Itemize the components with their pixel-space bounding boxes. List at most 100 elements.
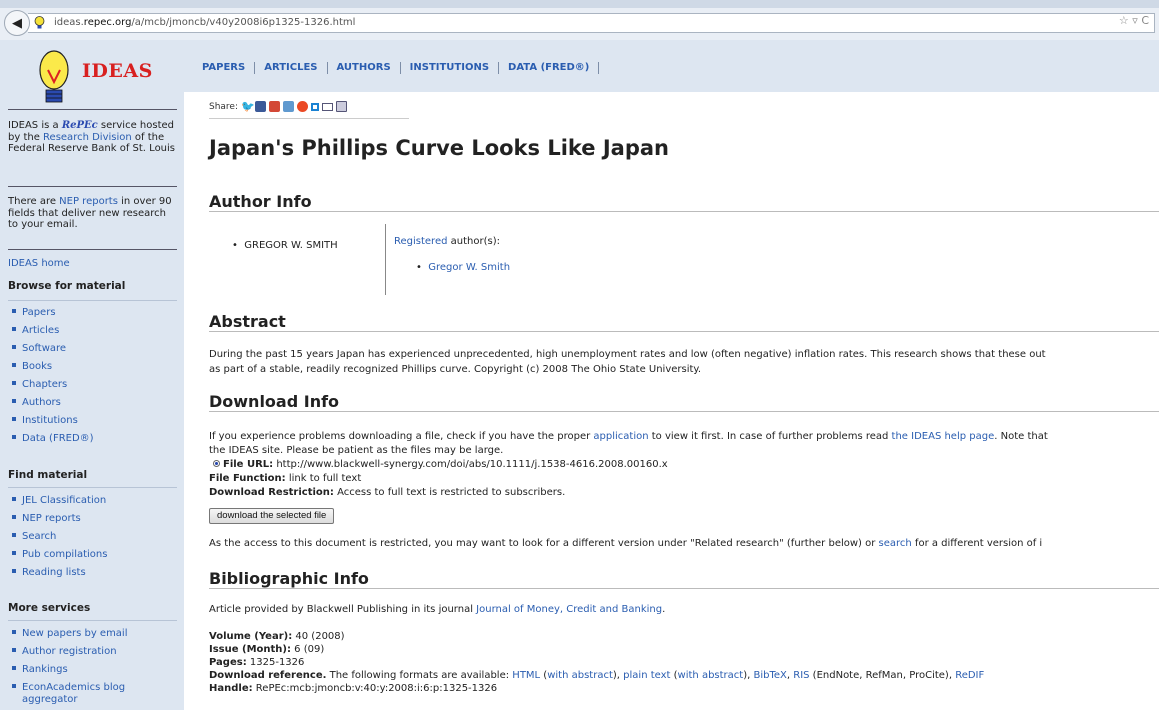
print-icon[interactable] bbox=[336, 101, 348, 112]
author-plain-name: GREGOR W. SMITH bbox=[244, 240, 338, 251]
sidebar-item-pub-compilations[interactable]: Pub compilations bbox=[12, 546, 107, 564]
research-division-link[interactable]: Research Division bbox=[43, 132, 132, 143]
sidebar-item-institutions[interactable]: Institutions bbox=[12, 412, 94, 430]
section-divider bbox=[209, 211, 1159, 212]
ref-redif-link[interactable]: ReDIF bbox=[955, 670, 984, 681]
dropdown-arrow-icon[interactable]: ▿ bbox=[1132, 14, 1138, 27]
intro-text: IDEAS is a bbox=[8, 120, 62, 131]
sidebar-item-jel[interactable]: JEL Classification bbox=[12, 492, 107, 510]
ref-plain-link[interactable]: plain text bbox=[623, 670, 670, 681]
browse-heading: Browse for material bbox=[8, 280, 126, 292]
nav-papers[interactable]: PAPERS bbox=[202, 62, 256, 74]
google-plus-icon[interactable] bbox=[269, 101, 281, 112]
repec-logo-text[interactable]: RePEc bbox=[62, 120, 98, 131]
ref-bibtex-link[interactable]: BibTeX bbox=[753, 670, 786, 681]
twitter-icon[interactable]: 🐦 bbox=[241, 101, 255, 112]
handle-value: RePEc:mcb:jmoncb:v:40:y:2008:i:6:p:1325-… bbox=[252, 683, 498, 694]
ideas-home-link[interactable]: IDEAS home bbox=[8, 258, 178, 270]
handle-label: Handle: bbox=[209, 683, 253, 694]
volume-value: 40 (2008) bbox=[292, 631, 345, 642]
sidebar-item-articles[interactable]: Articles bbox=[12, 322, 94, 340]
file-url-row: File URL: http://www.blackwell-synergy.c… bbox=[209, 458, 668, 471]
dl-text-3: . Note that bbox=[994, 431, 1048, 442]
pages-value: 1325-1326 bbox=[246, 657, 305, 668]
tab-strip bbox=[0, 0, 1159, 8]
restriction-row: Download Restriction: Access to full tex… bbox=[209, 486, 565, 499]
facebook-icon[interactable] bbox=[255, 101, 267, 112]
sidebar-item-books[interactable]: Books bbox=[12, 358, 94, 376]
registered-author-link[interactable]: Gregor W. Smith bbox=[428, 262, 510, 273]
sidebar-item-software[interactable]: Software bbox=[12, 340, 94, 358]
file-url-label: File URL: bbox=[223, 459, 274, 470]
search-link[interactable]: search bbox=[879, 538, 912, 549]
sidebar-item-econacademics[interactable]: EconAcademics blog bbox=[12, 682, 128, 694]
sidebar-item-new-papers[interactable]: New papers by email bbox=[12, 625, 128, 643]
url-bar-controls: ☆ ▿ C bbox=[1119, 14, 1149, 27]
ref-plain-abstract-link[interactable]: with abstract bbox=[678, 670, 744, 681]
issue-row: Issue (Month): 6 (09) bbox=[209, 643, 324, 656]
sidebar-item-rankings[interactable]: Rankings bbox=[12, 661, 128, 679]
registered-author-item: • Gregor W. Smith bbox=[416, 262, 511, 273]
email-icon[interactable] bbox=[322, 102, 334, 111]
section-divider bbox=[209, 331, 1159, 332]
page-title: Japan's Phillips Curve Looks Like Japan bbox=[209, 136, 670, 160]
sidebar-item-papers[interactable]: Papers bbox=[12, 304, 94, 322]
sidebar-item-data[interactable]: Data (FRED®) bbox=[12, 430, 94, 448]
issue-value: 6 (09) bbox=[291, 644, 325, 655]
reference-row: Download reference. The following format… bbox=[209, 670, 985, 681]
sidebar-divider bbox=[8, 109, 177, 110]
journal-link[interactable]: Journal of Money, Credit and Banking bbox=[476, 604, 662, 615]
stumbleupon-icon[interactable] bbox=[297, 101, 309, 112]
logo-text[interactable]: IDEAS bbox=[82, 60, 153, 82]
application-link[interactable]: application bbox=[593, 431, 648, 442]
restricted-note: As the access to this document is restri… bbox=[209, 537, 1042, 550]
download-info-line-1: If you experience problems downloading a… bbox=[209, 430, 1048, 443]
ref-html-link[interactable]: HTML bbox=[512, 670, 540, 681]
sidebar-item-nep[interactable]: NEP reports bbox=[12, 510, 107, 528]
sidebar: IDEAS IDEAS is a RePEc service hosted by… bbox=[0, 40, 184, 710]
reference-label: Download reference. bbox=[209, 670, 327, 681]
reference-text: The following formats are available: bbox=[326, 670, 513, 681]
download-button[interactable]: download the selected file bbox=[209, 508, 335, 524]
sidebar-item-aggregator[interactable]: aggregator bbox=[12, 694, 128, 706]
ref-ris-text: (EndNote, RefMan, ProCite), bbox=[809, 670, 956, 681]
sidebar-item-authors[interactable]: Authors bbox=[12, 394, 94, 412]
ref-ris-link[interactable]: RIS bbox=[793, 670, 809, 681]
ideas-bulb-logo-icon[interactable] bbox=[38, 48, 70, 106]
registered-link[interactable]: Registered bbox=[394, 236, 447, 247]
sidebar-item-chapters[interactable]: Chapters bbox=[12, 376, 94, 394]
sidebar-item-search[interactable]: Search bbox=[12, 528, 107, 546]
volume-row: Volume (Year): 40 (2008) bbox=[209, 630, 345, 643]
browse-list: Papers Articles Software Books Chapters … bbox=[12, 304, 94, 448]
abstract-heading: Abstract bbox=[209, 312, 286, 331]
main-content: Share: 🐦 Japan's Phillips Curve Looks Li… bbox=[184, 92, 1159, 710]
file-url-radio[interactable] bbox=[213, 459, 220, 467]
registered-authors: Registered author(s): bbox=[394, 236, 500, 247]
registered-text: author(s): bbox=[447, 236, 500, 247]
find-list: JEL Classification NEP reports Search Pu… bbox=[12, 492, 107, 582]
ref-html-abstract-link[interactable]: with abstract bbox=[547, 670, 613, 681]
nav-data[interactable]: DATA (FRED®) bbox=[499, 62, 600, 74]
more-list: New papers by email Author registration … bbox=[12, 625, 128, 706]
help-page-link[interactable]: the IDEAS help page bbox=[892, 431, 995, 442]
back-arrow-icon: ◀ bbox=[12, 15, 22, 31]
nav-articles[interactable]: ARTICLES bbox=[255, 62, 328, 74]
nep-reports-link[interactable]: NEP reports bbox=[59, 196, 118, 207]
sidebar-item-author-registration[interactable]: Author registration bbox=[12, 643, 128, 661]
reload-icon[interactable]: C bbox=[1141, 14, 1149, 27]
dl-text-2: to view it first. In case of further pro… bbox=[648, 431, 892, 442]
author-info-heading: Author Info bbox=[209, 192, 312, 211]
back-button[interactable]: ◀ bbox=[4, 10, 30, 36]
nav-institutions[interactable]: INSTITUTIONS bbox=[401, 62, 500, 74]
sidebar-item-reading-lists[interactable]: Reading lists bbox=[12, 564, 107, 582]
nav-authors[interactable]: AUTHORS bbox=[328, 62, 401, 74]
more-heading: More services bbox=[8, 602, 91, 614]
delicious-icon[interactable] bbox=[311, 102, 320, 111]
address-field[interactable]: ideas.repec.org/a/mcb/jmoncb/v40y2008i6p… bbox=[28, 13, 1155, 33]
biblio-text-2: . bbox=[662, 604, 666, 615]
abstract-line-1: During the past 15 years Japan has exper… bbox=[209, 349, 1046, 360]
bookmark-star-icon[interactable]: ☆ bbox=[1119, 14, 1129, 27]
file-function-value: link to full text bbox=[285, 473, 362, 484]
restricted-text-2: for a different version of i bbox=[911, 538, 1043, 549]
reddit-icon[interactable] bbox=[283, 101, 295, 112]
